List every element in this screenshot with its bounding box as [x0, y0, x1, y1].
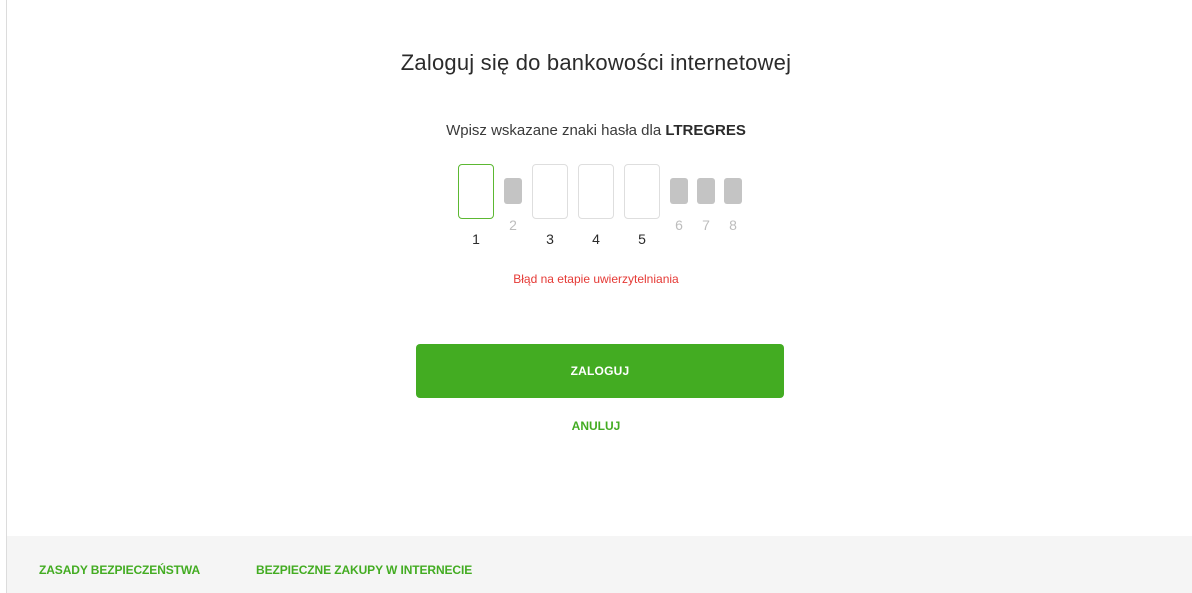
password-char-number: 3	[546, 231, 554, 247]
password-char-6: 6	[670, 164, 688, 233]
password-char-2: 2	[504, 164, 522, 233]
security-rules-link[interactable]: ZASADY BEZPIECZEŃSTWA	[39, 563, 200, 577]
password-char-number: 5	[638, 231, 646, 247]
password-char-7: 7	[697, 164, 715, 233]
password-char-placeholder-8	[724, 178, 742, 204]
instructions-text: Wpisz wskazane znaki hasła dla	[446, 122, 666, 139]
password-char-1[interactable]: 1	[458, 164, 494, 247]
page-title: Zaloguj się do bankowości internetowej	[400, 50, 792, 75]
footer: ZASADY BEZPIECZEŃSTWA BEZPIECZNE ZAKUPY …	[7, 536, 1192, 593]
password-char-placeholder-6	[670, 178, 688, 204]
password-char-number: 6	[675, 217, 683, 233]
password-char-input-3[interactable]	[532, 164, 568, 219]
login-button[interactable]: ZALOGUJ	[416, 344, 784, 398]
safe-shopping-link[interactable]: BEZPIECZNE ZAKUPY W INTERNECIE	[256, 563, 472, 577]
password-instructions: Wpisz wskazane znaki hasła dla LTREGRES	[0, 122, 1192, 139]
password-char-input-1[interactable]	[458, 164, 494, 219]
password-char-8: 8	[724, 164, 742, 233]
password-chars: 1 2 3 4 5 6 7 8	[0, 164, 1192, 254]
password-char-number: 1	[472, 231, 480, 247]
password-char-number: 4	[592, 231, 600, 247]
left-divider	[6, 0, 7, 593]
password-char-number: 2	[509, 217, 517, 233]
cancel-link[interactable]: ANULUJ	[0, 419, 1192, 433]
username-label: LTREGRES	[665, 122, 746, 139]
login-page: Zaloguj się do bankowości internetowej W…	[0, 0, 1192, 593]
password-char-number: 7	[702, 217, 710, 233]
password-char-placeholder-2	[504, 178, 522, 204]
password-char-input-4[interactable]	[578, 164, 614, 219]
password-char-4[interactable]: 4	[578, 164, 614, 247]
password-char-number: 8	[729, 217, 737, 233]
password-char-placeholder-7	[697, 178, 715, 204]
error-message: Błąd na etapie uwierzytelniania	[513, 272, 679, 286]
password-char-3[interactable]: 3	[532, 164, 568, 247]
password-char-input-5[interactable]	[624, 164, 660, 219]
password-char-5[interactable]: 5	[624, 164, 660, 247]
